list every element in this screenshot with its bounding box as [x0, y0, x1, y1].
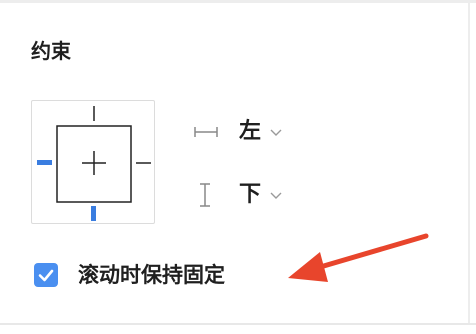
constraint-widget[interactable]	[31, 100, 155, 224]
constraint-diagram	[37, 106, 151, 221]
section-title: 约束	[31, 39, 71, 63]
horizontal-constraint-value[interactable]: 左	[239, 117, 261, 147]
horizontal-constraint-icon	[193, 117, 219, 147]
constraint-left-line[interactable]	[37, 160, 52, 165]
right-divider	[468, 0, 470, 325]
constraints-panel: 约束 左 下 滚动时保持固定	[0, 0, 476, 334]
annotation-arrow-icon	[288, 233, 429, 282]
constraint-bottom-line[interactable]	[91, 206, 96, 221]
top-divider	[0, 0, 476, 3]
chevron-down-icon[interactable]	[269, 180, 283, 210]
bottom-divider	[0, 323, 476, 325]
checkmark-icon	[38, 269, 54, 282]
fix-on-scroll-checkbox[interactable]	[34, 263, 58, 287]
fix-on-scroll-label[interactable]: 滚动时保持固定	[78, 260, 225, 290]
vertical-constraint-row[interactable]: 下	[193, 180, 283, 210]
vertical-constraint-value[interactable]: 下	[239, 180, 261, 210]
horizontal-constraint-row[interactable]: 左	[193, 117, 283, 147]
chevron-down-icon[interactable]	[269, 117, 283, 147]
vertical-constraint-icon	[193, 180, 219, 210]
